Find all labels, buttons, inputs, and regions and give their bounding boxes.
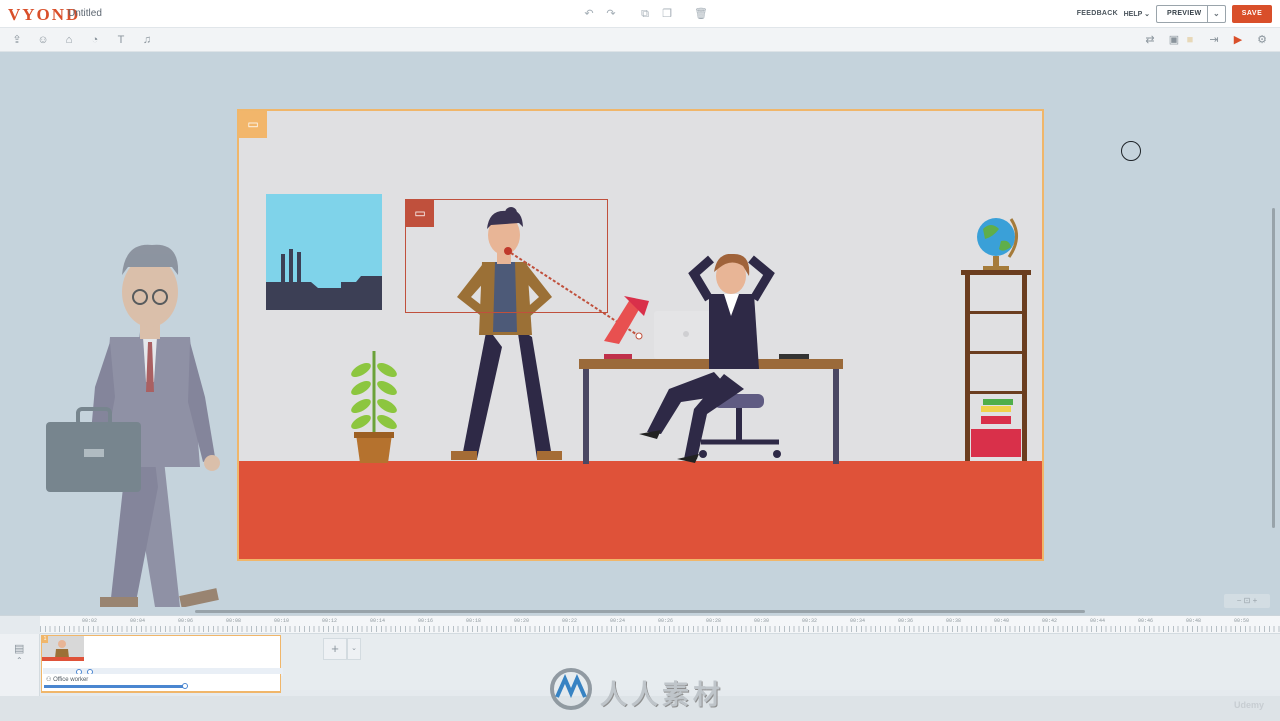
preview-dropdown-icon[interactable]: ⌄: [1207, 6, 1225, 22]
music-icon[interactable]: ♫: [139, 32, 155, 48]
tick-label: 00:20: [514, 618, 530, 624]
tick-label: 00:06: [178, 618, 194, 624]
tick-label: 00:04: [130, 618, 146, 624]
tick-label: 00:40: [994, 618, 1010, 624]
enter-icon[interactable]: ⇥: [1206, 32, 1222, 48]
vertical-scrollbar[interactable]: [1272, 208, 1275, 528]
image-icon[interactable]: ▣: [1166, 32, 1182, 48]
watermark-logo-icon: [550, 668, 592, 710]
bookshelf-with-globe[interactable]: [961, 211, 1033, 463]
actor-duration-bar[interactable]: [44, 685, 186, 688]
scene-camera-icon[interactable]: ▭: [239, 111, 267, 138]
relaxed-businesswoman[interactable]: [639, 254, 804, 466]
character-icon[interactable]: ☺: [35, 32, 51, 48]
redo-icon[interactable]: ↷: [600, 6, 622, 22]
tick-label: 00:42: [1042, 618, 1058, 624]
tick-label: 00:50: [1234, 618, 1250, 624]
upload-icon[interactable]: ⇪: [9, 32, 25, 48]
tick-label: 00:36: [898, 618, 914, 624]
tick-label: 00:16: [418, 618, 434, 624]
preview-label: PREVIEW: [1167, 10, 1202, 17]
tick-label: 00:32: [802, 618, 818, 624]
help-label: HELP: [1123, 11, 1143, 18]
camera-frame-icon[interactable]: ▭: [406, 200, 434, 227]
watermark-text: 人人素材: [600, 680, 724, 710]
add-scene-button[interactable]: +: [323, 638, 347, 660]
tick-label: 00:26: [658, 618, 674, 624]
add-scene-dropdown-icon[interactable]: ⌄: [347, 638, 361, 660]
zoom-controls[interactable]: − ⊡ +: [1224, 594, 1270, 608]
person-icon: ⚇: [46, 677, 52, 683]
scene-floor[interactable]: [239, 461, 1042, 559]
factory-window[interactable]: [266, 194, 382, 310]
trash-icon[interactable]: 🗑: [690, 6, 712, 22]
tick-label: 00:24: [610, 618, 626, 624]
top-bar: VYOND Untitled ↶ ↷ ⧉ ❐ 🗑 FEEDBACK HELP ⌄…: [0, 0, 1280, 28]
tick-label: 00:22: [562, 618, 578, 624]
text-icon[interactable]: T: [113, 32, 129, 48]
save-button[interactable]: SAVE: [1232, 5, 1272, 23]
watermark: 人人素材: [548, 667, 720, 711]
actor-label: ⚇ Office worker: [46, 677, 89, 683]
horizontal-scrollbar[interactable]: [195, 610, 1085, 613]
timeline-ruler[interactable]: 00:02 00:04 00:06 00:08 00:10 00:12 00:1…: [40, 616, 1280, 634]
scene-stage[interactable]: ▭ ▭: [237, 109, 1044, 561]
tick-label: 00:48: [1186, 618, 1202, 624]
copy-icon[interactable]: ⧉: [634, 6, 656, 22]
tick-label: 00:46: [1138, 618, 1154, 624]
tick-label: 00:34: [850, 618, 866, 624]
undo-icon[interactable]: ↶: [578, 6, 600, 22]
film-strip-icon[interactable]: ▤: [14, 642, 24, 655]
actor-end-handle[interactable]: [182, 683, 188, 689]
feedback-link[interactable]: FEEDBACK: [1077, 10, 1118, 17]
color-swatch-icon[interactable]: ■: [1182, 32, 1198, 48]
scene-number: 1: [42, 636, 48, 643]
camera-icon[interactable]: ▶: [1230, 32, 1246, 48]
tick-label: 00:12: [322, 618, 338, 624]
help-menu[interactable]: HELP ⌄: [1124, 10, 1150, 18]
actor-track-office-worker[interactable]: ⚇ Office worker: [41, 674, 281, 692]
edit-toolbar: ↶ ↷ ⧉ ❐ 🗑: [578, 6, 712, 22]
swap-icon[interactable]: ⇄: [1142, 32, 1158, 48]
tick-label: 00:38: [946, 618, 962, 624]
tick-label: 00:10: [274, 618, 290, 624]
preview-button[interactable]: PREVIEW ⌄: [1156, 5, 1226, 23]
chart-icon[interactable]: ◔: [87, 32, 103, 48]
paste-icon[interactable]: ❐: [656, 6, 678, 22]
asset-toolbar: ⇪ ☺ ⌂ ◔ T ♫ ⇄ ▣ ■ ⇥ ▶ ⚙: [0, 28, 1280, 52]
document-title[interactable]: Untitled: [68, 8, 102, 19]
offstage-businessman[interactable]: [40, 187, 250, 607]
potted-plant[interactable]: [347, 346, 401, 464]
chevron-down-icon: ⌄: [1144, 11, 1150, 18]
tick-label: 00:18: [466, 618, 482, 624]
tick-label: 00:44: [1090, 618, 1106, 624]
collapse-icon[interactable]: ⌃: [16, 656, 23, 665]
udemy-watermark: Udemy: [1233, 700, 1264, 710]
scene-thumbnail[interactable]: 1: [42, 636, 84, 661]
tick-label: 00:30: [754, 618, 770, 624]
tick-label: 00:02: [82, 618, 98, 624]
tick-label: 00:14: [370, 618, 386, 624]
settings-icon[interactable]: ⚙: [1254, 32, 1270, 48]
tick-label: 00:08: [226, 618, 242, 624]
props-icon[interactable]: ⌂: [61, 32, 77, 48]
mouse-cursor-indicator: [1121, 141, 1141, 161]
tick-label: 00:28: [706, 618, 722, 624]
